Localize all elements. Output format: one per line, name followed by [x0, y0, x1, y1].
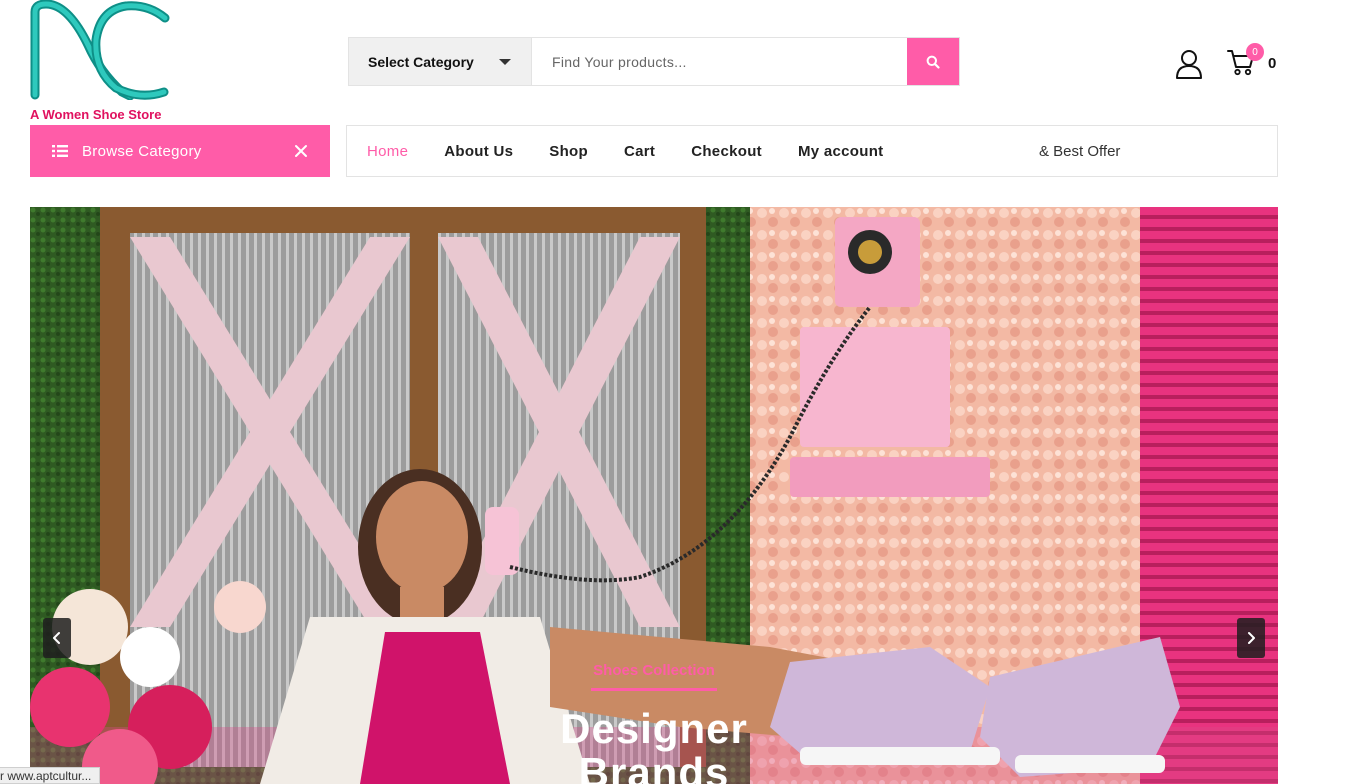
- slider-prev-button[interactable]: [43, 618, 71, 658]
- user-icon: [1176, 50, 1202, 79]
- hero-subtitle-underline: [591, 688, 717, 691]
- cart-count-badge: 0: [1246, 43, 1264, 61]
- browser-status-bar: r www.aptcultur...: [0, 767, 101, 784]
- caret-down-icon: [499, 59, 511, 65]
- hero-title: Designer Brands: [30, 707, 1278, 784]
- nav-item-my-account[interactable]: My account: [798, 143, 884, 160]
- best-offer-text: & Best Offer: [1039, 143, 1121, 160]
- category-select[interactable]: Select Category: [349, 38, 532, 85]
- chevron-left-icon: [53, 632, 60, 644]
- hero-subtitle: Shoes Collection: [593, 662, 715, 679]
- search-button[interactable]: [907, 38, 959, 85]
- search-input[interactable]: [532, 38, 907, 85]
- hero-image: [30, 207, 1278, 784]
- logo-tagline: A Women Shoe Store: [30, 107, 162, 122]
- site-logo[interactable]: A Women Shoe Store: [30, 0, 175, 122]
- nav-item-shop[interactable]: Shop: [549, 143, 588, 160]
- cart-link[interactable]: 0 0: [1226, 43, 1286, 80]
- account-link[interactable]: [1174, 48, 1204, 80]
- search-icon: [926, 55, 940, 69]
- logo-mark: [30, 0, 170, 100]
- product-search: Select Category: [348, 37, 960, 86]
- category-select-label: Select Category: [368, 53, 474, 70]
- hero-title-line-2: Brands: [578, 749, 730, 784]
- hero-title-line-1: Designer: [560, 705, 748, 752]
- nav-item-about-us[interactable]: About Us: [444, 143, 513, 160]
- cart-total: 0: [1268, 55, 1277, 72]
- browse-category-button[interactable]: Browse Category: [30, 125, 330, 177]
- chevron-right-icon: [1248, 632, 1255, 644]
- nav-item-home[interactable]: Home: [367, 143, 408, 160]
- browse-category-label: Browse Category: [82, 142, 202, 160]
- nav-item-cart[interactable]: Cart: [624, 143, 655, 160]
- list-icon: [52, 145, 68, 157]
- close-icon[interactable]: [294, 144, 308, 158]
- slider-next-button[interactable]: [1237, 618, 1265, 658]
- main-nav: Home About Us Shop Cart Checkout My acco…: [346, 125, 1278, 177]
- hero-slider: Shoes Collection Designer Brands: [30, 207, 1278, 784]
- nav-item-checkout[interactable]: Checkout: [691, 143, 762, 160]
